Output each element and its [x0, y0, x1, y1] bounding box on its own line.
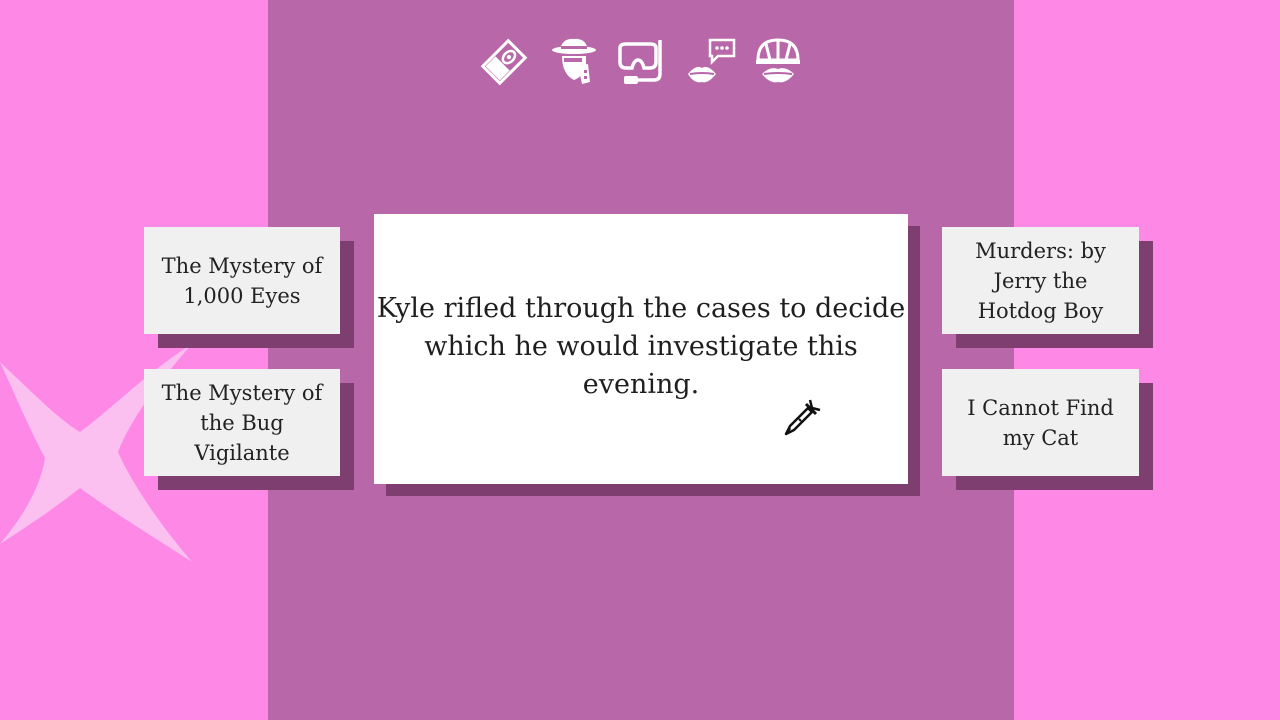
case-card-bug-vigilante[interactable]: The Mystery of the Bug Vigilante [144, 369, 340, 476]
snorkel-icon[interactable] [616, 36, 668, 88]
narration-text: Kyle rifled through the cases to decide … [376, 293, 906, 400]
case-card-find-my-cat[interactable]: I Cannot Find my Cat [942, 369, 1139, 476]
case-title: I Cannot Find my Cat [967, 395, 1114, 450]
helmet-lips-icon[interactable] [754, 36, 806, 88]
case-title: The Mystery of the Bug Vigilante [161, 380, 323, 465]
detective-icon[interactable] [548, 36, 600, 88]
case-title: Murders: by Jerry the Hotdog Boy [975, 238, 1106, 323]
casefile-icon[interactable] [478, 36, 530, 88]
fountain-pen-icon [784, 399, 821, 436]
case-card-jerry-hotdog-boy[interactable]: Murders: by Jerry the Hotdog Boy [942, 227, 1139, 334]
case-card-mystery-1000-eyes[interactable]: The Mystery of 1,000 Eyes [144, 227, 340, 334]
narration-card[interactable]: Kyle rifled through the cases to decide … [374, 214, 908, 484]
chat-lips-icon[interactable] [686, 36, 738, 88]
case-title: The Mystery of 1,000 Eyes [161, 253, 323, 308]
icon-bar [478, 36, 808, 92]
